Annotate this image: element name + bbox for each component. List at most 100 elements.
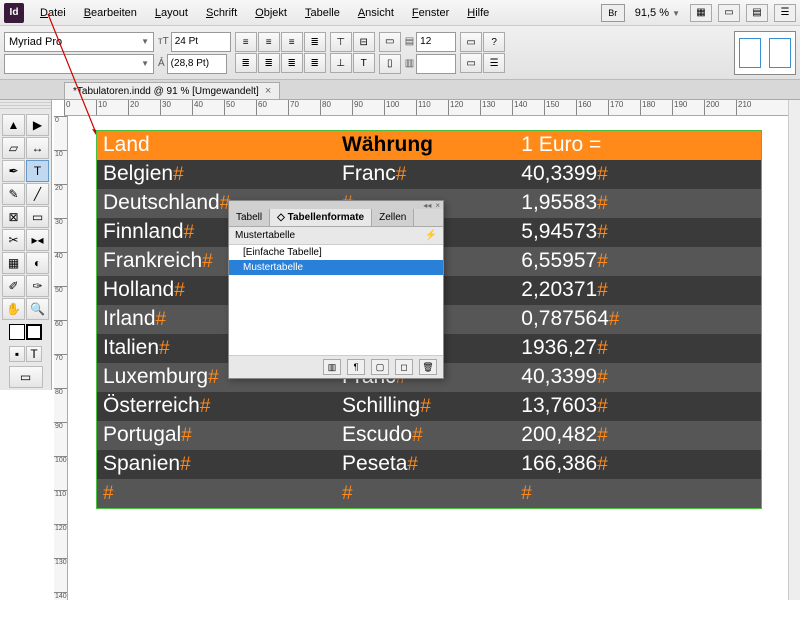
delete-style-button[interactable]: 🗑	[419, 359, 437, 375]
gradient-feather-tool[interactable]: ◐	[26, 252, 49, 274]
menu-schrift[interactable]: Schrift	[198, 4, 245, 22]
align-left-button[interactable]: ≡	[235, 32, 257, 52]
pencil-tool[interactable]: ✎	[2, 183, 25, 205]
text-orientation-button[interactable]: T	[353, 53, 375, 73]
font-size-input[interactable]: 24 Pt	[171, 32, 231, 52]
table-cell[interactable]: 5,94573#	[515, 218, 761, 247]
menu-layout[interactable]: Layout	[147, 4, 196, 22]
view-options-icon[interactable]: ▦	[690, 4, 712, 22]
style-list-item[interactable]: Mustertabelle	[229, 260, 443, 275]
panel-menu-button[interactable]: ☰	[483, 53, 505, 73]
type-tool[interactable]: T	[26, 160, 49, 182]
panel-tab-zellen[interactable]: Zellen	[372, 209, 414, 226]
justify-button[interactable]: ≣	[304, 32, 326, 52]
new-style-button[interactable]: ◻	[395, 359, 413, 375]
justify-all-button[interactable]: ≣	[304, 53, 326, 73]
menu-tabelle[interactable]: Tabelle	[297, 4, 348, 22]
panel-close-icon[interactable]: ×	[435, 201, 440, 210]
table-row[interactable]: ###	[97, 479, 761, 508]
new-folder-button[interactable]: ▢	[371, 359, 389, 375]
table-cell[interactable]: #	[336, 479, 515, 508]
table-cell[interactable]: 166,386#	[515, 450, 761, 479]
gradient-swatch-tool[interactable]: ▦	[2, 252, 25, 274]
table-header[interactable]: 1 Euro =#	[515, 131, 761, 160]
table-cell[interactable]: 1936,27#	[515, 334, 761, 363]
menu-datei[interactable]: Datei	[32, 4, 74, 22]
selection-tool[interactable]: ▲	[2, 114, 25, 136]
menu-bearbeiten[interactable]: Bearbeiten	[76, 4, 145, 22]
close-tab-icon[interactable]: ×	[265, 85, 271, 97]
page-tool[interactable]: ▱	[2, 137, 25, 159]
zoom-level[interactable]: 91,5 % ▼	[631, 7, 684, 19]
free-transform-tool[interactable]: ▸◂	[26, 229, 49, 251]
font-style-select[interactable]: ▼	[4, 54, 154, 74]
note-tool[interactable]: ✐	[2, 275, 25, 297]
split-cells-button[interactable]: ▯	[379, 54, 401, 74]
menu-ansicht[interactable]: Ansicht	[350, 4, 402, 22]
flash-icon[interactable]: ⚡	[425, 230, 437, 241]
table-cell[interactable]: 200,482#	[515, 421, 761, 450]
align-bottom-button[interactable]: ⊥	[330, 53, 352, 73]
columns-input[interactable]: 12	[416, 32, 456, 52]
atleast-row-button[interactable]: ▭	[460, 53, 482, 73]
arrange-icon[interactable]: ▤	[746, 4, 768, 22]
style-group-button[interactable]: ▥	[323, 359, 341, 375]
align-top-button[interactable]: ⊤	[330, 32, 352, 52]
table-cell[interactable]: Escudo#	[336, 421, 515, 450]
justify-center-button[interactable]: ≣	[258, 53, 280, 73]
table-cell[interactable]: #	[515, 479, 761, 508]
search-icon[interactable]: ☰	[774, 4, 796, 22]
gap-tool[interactable]: ↔	[26, 137, 49, 159]
table-cell[interactable]: #	[97, 479, 336, 508]
line-tool[interactable]: ╱	[26, 183, 49, 205]
table-cell[interactable]: 13,7603#	[515, 392, 761, 421]
table-row[interactable]: Spanien#Peseta#166,386#	[97, 450, 761, 479]
rectangle-tool[interactable]: ▭	[26, 206, 49, 228]
zoom-tool[interactable]: 🔍	[26, 298, 49, 320]
table-cell[interactable]: 0,787564#	[515, 305, 761, 334]
table-cell[interactable]: 2,20371#	[515, 276, 761, 305]
align-right-button[interactable]: ≡	[281, 32, 303, 52]
table-cell[interactable]: Belgien#	[97, 160, 336, 189]
table-cell[interactable]: 1,95583#	[515, 189, 761, 218]
table-cell[interactable]: Franc#	[336, 160, 515, 189]
panel-tab-tabellenformate[interactable]: ◇ Tabellenformate	[270, 209, 372, 226]
view-mode-button[interactable]: ▭	[9, 366, 43, 388]
table-cell[interactable]: Spanien#	[97, 450, 336, 479]
leading-input[interactable]: (28,8 Pt)	[167, 54, 227, 74]
eyedropper-tool[interactable]: ✑	[26, 275, 49, 297]
document-tab[interactable]: *Tabulatoren.indd @ 91 % [Umgewandelt] ×	[64, 82, 280, 99]
table-cell[interactable]: 40,3399#	[515, 363, 761, 392]
table-row[interactable]: Belgien#Franc#40,3399#	[97, 160, 761, 189]
table-styles-panel[interactable]: ◂◂ × Tabell ◇ Tabellenformate Zellen Mus…	[228, 200, 444, 379]
panel-collapse-icon[interactable]: ◂◂	[423, 201, 431, 210]
table-cell[interactable]: Peseta#	[336, 450, 515, 479]
table-cell[interactable]: Schilling#	[336, 392, 515, 421]
table-cell[interactable]: Portugal#	[97, 421, 336, 450]
table-row[interactable]: Österreich#Schilling#13,7603#	[97, 392, 761, 421]
menu-objekt[interactable]: Objekt	[247, 4, 295, 22]
align-middle-button[interactable]: ⊟	[353, 32, 375, 52]
merge-cells-button[interactable]: ▭	[379, 32, 401, 52]
table-row[interactable]: Portugal#Escudo#200,482#	[97, 421, 761, 450]
hand-tool[interactable]: ✋	[2, 298, 25, 320]
bridge-button[interactable]: Br	[601, 4, 625, 22]
style-list-item[interactable]: [Einfache Tabelle]	[229, 245, 443, 260]
apply-none-button[interactable]: T	[26, 346, 42, 362]
justify-right-button[interactable]: ≣	[281, 53, 303, 73]
pen-tool[interactable]: ✒	[2, 160, 25, 182]
rectangle-frame-tool[interactable]: ⊠	[2, 206, 25, 228]
menu-hilfe[interactable]: Hilfe	[459, 4, 497, 22]
apply-color-button[interactable]: ▪	[9, 346, 25, 362]
align-center-button[interactable]: ≡	[258, 32, 280, 52]
panel-tab-tabelle[interactable]: Tabell	[229, 209, 270, 226]
scissors-tool[interactable]: ✂	[2, 229, 25, 251]
table-cell[interactable]: Österreich#	[97, 392, 336, 421]
table-cell[interactable]: 6,55957#	[515, 247, 761, 276]
stroke-swatch[interactable]	[26, 324, 42, 340]
quickapply-button[interactable]: ?	[483, 32, 505, 52]
table-header[interactable]: Land#	[97, 131, 336, 160]
fill-swatch[interactable]	[9, 324, 25, 340]
toolbox-grip[interactable]	[0, 102, 51, 110]
direct-selection-tool[interactable]: ▶	[26, 114, 49, 136]
